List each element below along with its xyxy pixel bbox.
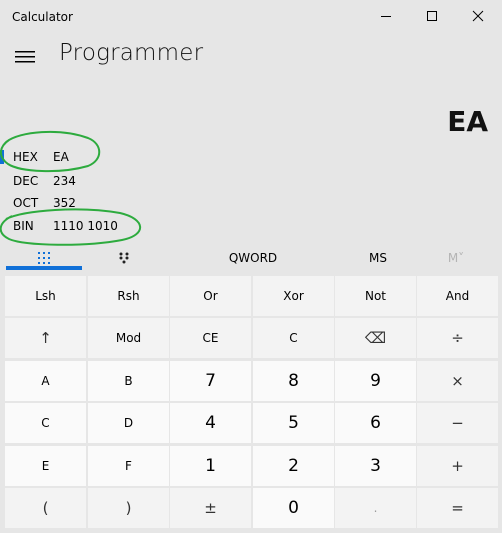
result-display: EA: [447, 105, 488, 138]
memory-dropdown-button: M˅: [447, 251, 465, 265]
key-clear[interactable]: C: [253, 318, 334, 358]
key-3[interactable]: 3: [335, 446, 416, 486]
radix-dec-row[interactable]: DEC 234: [0, 170, 200, 192]
radix-oct-value: 352: [53, 196, 76, 210]
navigation-menu-button[interactable]: [10, 42, 40, 72]
key-0[interactable]: 0: [253, 488, 334, 528]
minimize-button[interactable]: [363, 0, 409, 32]
key-xor[interactable]: Xor: [253, 276, 334, 316]
bit-toggling-keypad-icon: [119, 252, 129, 264]
key-hex-b[interactable]: B: [88, 361, 169, 401]
key-shift-up[interactable]: ↑: [5, 318, 86, 358]
key-rsh[interactable]: Rsh: [88, 276, 169, 316]
close-button[interactable]: [455, 0, 501, 32]
key-or[interactable]: Or: [170, 276, 251, 316]
selected-radix-indicator: [0, 150, 4, 164]
key-8[interactable]: 8: [253, 361, 334, 401]
hamburger-menu-icon: [15, 51, 35, 63]
key-equals[interactable]: =: [417, 488, 498, 528]
key-not[interactable]: Not: [335, 276, 416, 316]
key-hex-e[interactable]: E: [5, 446, 86, 486]
key-5[interactable]: 5: [253, 403, 334, 443]
key-negate[interactable]: ±: [170, 488, 251, 528]
maximize-button[interactable]: [409, 0, 455, 32]
key-backspace[interactable]: ⌫: [335, 318, 416, 358]
key-subtract[interactable]: −: [417, 403, 498, 443]
full-keypad-icon: [38, 252, 50, 264]
key-hex-c[interactable]: C: [5, 403, 86, 443]
radix-dec-value: 234: [53, 174, 76, 188]
key-multiply[interactable]: ×: [417, 361, 498, 401]
memory-store-button[interactable]: MS: [352, 244, 404, 272]
maximize-icon: [427, 11, 437, 21]
key-mod[interactable]: Mod: [88, 318, 169, 358]
radix-dec-label: DEC: [13, 174, 39, 188]
radix-hex-value: EA: [53, 150, 69, 164]
key-hex-d[interactable]: D: [88, 403, 169, 443]
app-title: Calculator: [12, 10, 73, 24]
key-decimal: .: [335, 488, 416, 528]
active-keypad-underline: [6, 266, 82, 270]
key-2[interactable]: 2: [253, 446, 334, 486]
key-add[interactable]: +: [417, 446, 498, 486]
mode-title: Programmer: [59, 40, 204, 66]
key-divide[interactable]: ÷: [417, 318, 498, 358]
word-size-button[interactable]: QWORD: [206, 244, 300, 272]
radix-bin-label: BIN: [13, 219, 34, 233]
radix-hex-row[interactable]: HEX EA: [0, 146, 200, 168]
key-hex-a[interactable]: A: [5, 361, 86, 401]
minimize-icon: [381, 16, 391, 17]
radix-hex-label: HEX: [13, 150, 38, 164]
key-clear-entry[interactable]: CE: [170, 318, 251, 358]
radix-oct-label: OCT: [13, 196, 39, 210]
calculator-window: Calculator Programmer EA HEX EA DEC 234 …: [0, 0, 502, 533]
key-9[interactable]: 9: [335, 361, 416, 401]
key-and[interactable]: And: [417, 276, 498, 316]
key-close-paren[interactable]: ): [88, 488, 169, 528]
key-1[interactable]: 1: [170, 446, 251, 486]
close-icon: [472, 10, 484, 22]
key-lsh[interactable]: Lsh: [5, 276, 86, 316]
radix-bin-row[interactable]: BIN 1110 1010: [0, 215, 200, 237]
key-open-paren[interactable]: (: [5, 488, 86, 528]
key-4[interactable]: 4: [170, 403, 251, 443]
key-6[interactable]: 6: [335, 403, 416, 443]
radix-bin-value: 1110 1010: [53, 219, 118, 233]
bit-toggling-keypad-tab[interactable]: [86, 244, 162, 272]
radix-oct-row[interactable]: OCT 352: [0, 192, 200, 214]
key-7[interactable]: 7: [170, 361, 251, 401]
key-hex-f[interactable]: F: [88, 446, 169, 486]
title-bar: Calculator: [0, 0, 502, 32]
